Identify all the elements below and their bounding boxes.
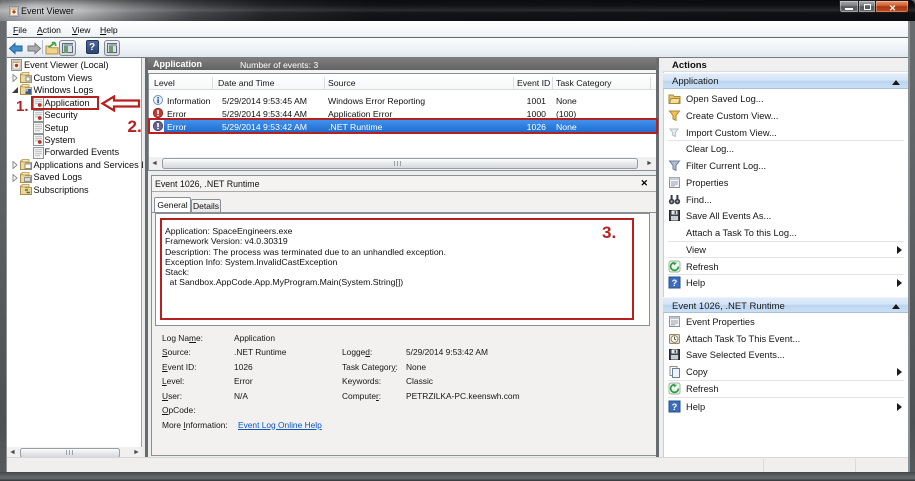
svg-text:?: ? (672, 278, 678, 288)
svg-text:?: ? (672, 402, 678, 412)
